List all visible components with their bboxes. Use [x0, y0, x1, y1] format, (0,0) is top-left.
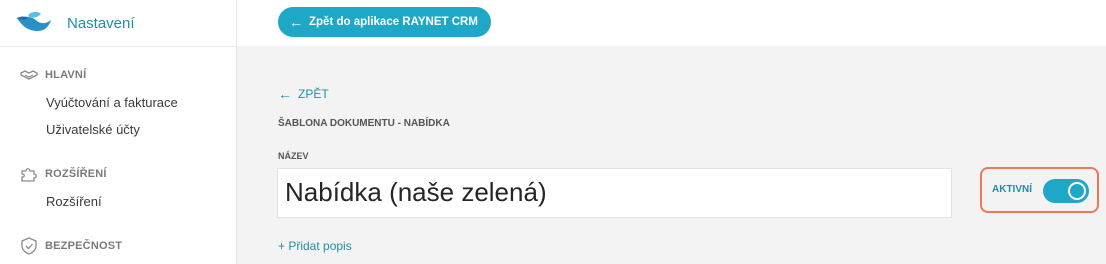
- section-label: BEZPEČNOST: [45, 240, 123, 252]
- active-label: AKTIVNÍ: [992, 184, 1032, 195]
- section-hlavni: HLAVNÍ: [20, 66, 86, 84]
- document-type-label: ŠABLONA DOKUMENTU - NABÍDKA: [278, 118, 450, 129]
- section-label: ROZŠÍŘENÍ: [45, 168, 107, 180]
- back-link[interactable]: ← ZPĚT: [278, 86, 329, 102]
- name-field-label: NÁZEV: [278, 151, 309, 161]
- sidebar: Nastavení HLAVNÍ Vyúčtování a fakturace …: [0, 0, 237, 264]
- sidebar-item-billing[interactable]: Vyúčtování a fakturace: [46, 95, 178, 110]
- logo-icon: [17, 11, 51, 31]
- puzzle-icon: [21, 168, 37, 182]
- active-toggle[interactable]: [1043, 179, 1089, 203]
- section-rozsireni: ROZŠÍŘENÍ: [20, 165, 107, 183]
- app-title: Nastavení: [67, 14, 135, 32]
- divider: [0, 46, 237, 47]
- add-description-link[interactable]: + Přidat popis: [278, 239, 352, 253]
- arrow-left-icon: ←: [289, 14, 303, 30]
- topbar: ← Zpět do aplikace RAYNET CRM: [237, 0, 1106, 46]
- brand[interactable]: Nastavení: [16, 8, 135, 38]
- shield-icon: [21, 237, 37, 255]
- section-label: HLAVNÍ: [45, 69, 87, 81]
- sidebar-item-extensions[interactable]: Rozšíření: [46, 194, 102, 209]
- arrow-left-icon: ←: [278, 86, 292, 102]
- back-to-app-button[interactable]: ← Zpět do aplikace RAYNET CRM: [278, 7, 491, 37]
- handshake-icon: [20, 70, 38, 80]
- back-link-label: ZPĚT: [298, 87, 329, 101]
- back-to-app-label: Zpět do aplikace RAYNET CRM: [309, 16, 478, 28]
- sidebar-item-user-accounts[interactable]: Uživatelské účty: [46, 122, 140, 137]
- name-field[interactable]: Nabídka (naše zelená): [277, 168, 952, 218]
- section-bezpecnost: BEZPEČNOST: [20, 237, 122, 255]
- toggle-knob: [1068, 182, 1086, 200]
